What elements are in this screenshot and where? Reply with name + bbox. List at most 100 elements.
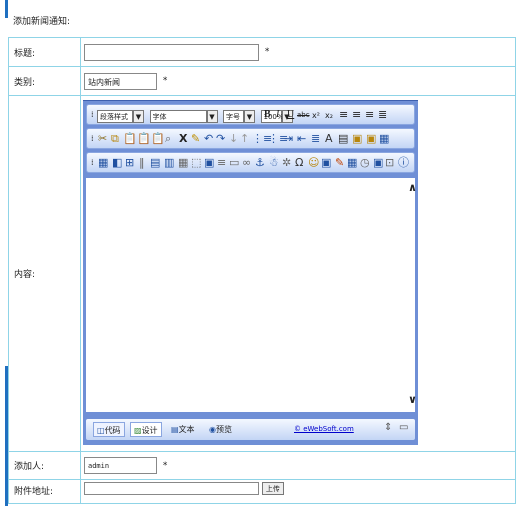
clock-icon[interactable]: ◷	[360, 155, 370, 170]
paste-text-icon[interactable]: 📋	[137, 131, 151, 146]
italic-button[interactable]: I	[276, 107, 279, 122]
align-center-icon[interactable]: ≡	[352, 107, 361, 122]
editor-scrollbar[interactable]	[405, 178, 415, 412]
chevron-down-icon[interactable]: ▼	[133, 109, 144, 123]
brand-link[interactable]: © eWebSoft.com	[294, 425, 354, 433]
required-mark: *	[162, 76, 168, 86]
row-icon[interactable]: ⊞	[125, 155, 134, 170]
outdent-icon[interactable]: ⇤	[297, 131, 306, 146]
undo-icon[interactable]: ↶	[204, 131, 213, 146]
print-icon[interactable]: ▣	[373, 155, 383, 170]
attachment-label: 附件地址:	[8, 479, 81, 504]
copy-icon[interactable]: ⧉	[111, 131, 119, 146]
upload-button[interactable]: 上传	[261, 482, 284, 495]
attachment-input[interactable]	[84, 482, 259, 495]
paste-icon[interactable]: 📋	[123, 131, 137, 146]
category-row: 类别: 站内新闻 *	[8, 66, 516, 96]
remove-format-icon[interactable]: X	[179, 131, 187, 146]
cell-icon[interactable]: ◧	[112, 155, 122, 170]
tab-preview[interactable]: ◉预览	[206, 422, 235, 437]
brush-icon[interactable]: ✎	[335, 155, 344, 170]
design-icon: ▨	[134, 426, 142, 435]
editor-toolbar-row3: ⁞ ▦ ◧ ⊞ ‖ ▤ ▥ ▦ ⬚ ▣ ≡ ▭ ∞ ⚓ ☃ ✲ Ω ☺ ▣ ✎ …	[86, 152, 415, 173]
author-row: 添加人: admin *	[8, 451, 516, 480]
content-row: 内容: ⁞ 段落样式 ▼ 字体 ▼ 字号 ▼ 100%▼ B I U abc x²	[8, 95, 516, 452]
strikethrough-button[interactable]: abc	[297, 108, 310, 123]
special-char-icon[interactable]: ▭	[229, 155, 239, 170]
paste-word-icon[interactable]: 📋	[151, 131, 165, 146]
cut-icon[interactable]: ✂	[98, 131, 107, 146]
paragraph-style-select[interactable]: 段落样式	[97, 109, 133, 123]
calendar-icon[interactable]: ▦	[347, 155, 357, 170]
category-input[interactable]: 站内新闻	[84, 72, 157, 90]
table-icon[interactable]: ▦	[98, 155, 108, 170]
scroll-down-icon[interactable]: ∨	[408, 393, 417, 406]
shrink-icon[interactable]: ▭	[399, 422, 408, 433]
upper-icon[interactable]: ↑	[240, 131, 249, 146]
bg-color-icon[interactable]: ▤	[338, 131, 348, 146]
justify-icon[interactable]: ≣	[311, 131, 320, 146]
align-left-icon[interactable]: ≡	[339, 107, 348, 122]
editor-mode-bar: ◫代码 ▨设计 ▤文本 ◉预览 © eWebSoft.com ⇕ ▭	[86, 419, 415, 440]
align-justify-icon[interactable]: ≣	[378, 107, 387, 122]
editor-toolbar-row2: ⁞ ✂ ⧉ 📋 📋 📋 ⌕ X ✎ ↶ ↷ ↓ ↑ ⋮≡ ⋮≡ ⇥ ⇤ ≣ A …	[86, 128, 415, 149]
title-label: 标题:	[8, 37, 81, 67]
emoticon-icon[interactable]: ∞	[242, 155, 251, 170]
news-form: 标题: * 类别: 站内新闻 * 内容: ⁞ 段落样式 ▼ 字体 ▼ 字号 ▼ 100…	[8, 37, 516, 504]
attachment-row: 附件地址: 上传	[8, 479, 516, 504]
editor-canvas[interactable]	[86, 178, 405, 412]
indent-icon[interactable]: ⇥	[284, 131, 293, 146]
link-icon[interactable]: ▣	[204, 155, 214, 170]
underline-button[interactable]: U	[287, 107, 294, 122]
expand-icon[interactable]: ⇕	[384, 422, 392, 433]
smiley-icon[interactable]: ☺	[308, 155, 319, 170]
tab-design[interactable]: ▨设计	[130, 422, 162, 437]
text-icon: ▤	[171, 425, 179, 434]
form-icon[interactable]: ▦	[178, 155, 188, 170]
editor-toolbar-row1: ⁞ 段落样式 ▼ 字体 ▼ 字号 ▼ 100%▼ B I U abc x² x₂ ≡ …	[86, 104, 415, 125]
align-right-icon[interactable]: ≡	[365, 107, 374, 122]
chevron-down-icon[interactable]: ▼	[206, 109, 218, 123]
split-icon[interactable]: ▥	[164, 155, 174, 170]
required-mark: *	[264, 47, 270, 57]
title-row: 标题: *	[8, 37, 516, 67]
find-icon[interactable]: ⌕	[165, 131, 171, 146]
anchor-icon[interactable]: ≡	[217, 155, 226, 170]
grip-icon: ⁞	[91, 158, 94, 167]
font-select[interactable]: 字体	[149, 109, 207, 123]
time-icon[interactable]: ☃	[269, 155, 279, 170]
fullscreen-icon[interactable]: ⊡	[385, 155, 394, 170]
media-icon[interactable]: ▦	[379, 131, 389, 146]
category-label: 类别:	[8, 66, 81, 96]
redo-icon[interactable]: ↷	[216, 131, 225, 146]
content-label: 内容:	[8, 95, 81, 452]
font-size-select[interactable]: 字号	[223, 109, 244, 123]
omega-icon[interactable]: Ω	[295, 155, 303, 170]
grip-icon: ⁞	[91, 110, 94, 119]
bold-button[interactable]: B	[264, 107, 271, 122]
col-icon[interactable]: ‖	[139, 155, 145, 170]
chevron-down-icon[interactable]: ▼	[244, 109, 255, 123]
author-input[interactable]: admin	[84, 457, 157, 474]
scroll-up-icon[interactable]: ∧	[408, 181, 417, 194]
tab-text[interactable]: ▤文本	[168, 422, 198, 437]
image-icon[interactable]: ▣	[352, 131, 362, 146]
help-icon[interactable]: ⓘ	[398, 155, 409, 170]
date-icon[interactable]: ⚓	[255, 155, 265, 170]
flash-icon[interactable]: ▣	[366, 131, 376, 146]
grip-icon: ⁞	[91, 134, 94, 143]
picture-icon[interactable]: ▣	[321, 155, 331, 170]
tab-code[interactable]: ◫代码	[93, 422, 125, 437]
code-icon: ◫	[97, 426, 105, 435]
page-title: 添加新闻通知:	[13, 17, 71, 27]
preview-icon: ◉	[209, 425, 216, 434]
merge-icon[interactable]: ▤	[150, 155, 160, 170]
symbol-icon[interactable]: ✲	[282, 155, 291, 170]
hr-icon[interactable]: ⬚	[191, 155, 201, 170]
font-color-icon[interactable]: A	[325, 131, 333, 146]
lower-icon[interactable]: ↓	[229, 131, 238, 146]
subscript-button[interactable]: x₂	[325, 108, 333, 123]
title-input[interactable]	[84, 43, 259, 61]
superscript-button[interactable]: x²	[312, 108, 320, 123]
select-all-icon[interactable]: ✎	[191, 131, 200, 146]
